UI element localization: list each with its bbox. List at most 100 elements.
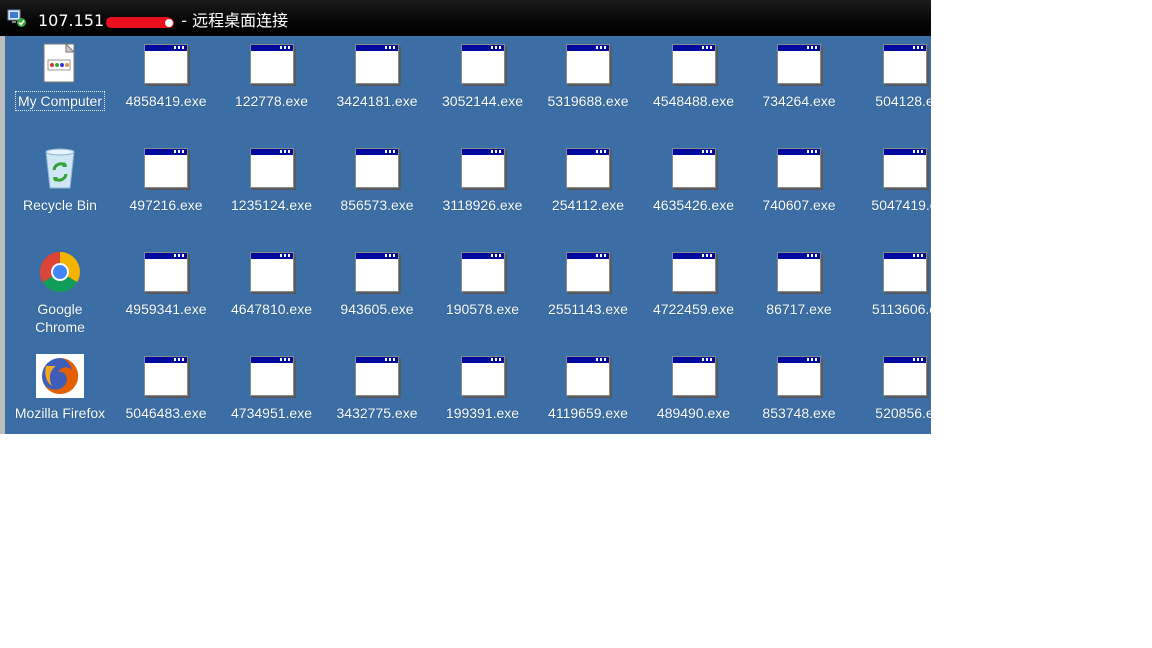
application-window-icon — [670, 250, 718, 294]
exe-file-icon[interactable]: 254112.exe — [538, 146, 638, 214]
exe-file-icon[interactable]: 734264.exe — [749, 42, 849, 110]
desktop-icon-label: 497216.exe — [129, 197, 203, 213]
exe-file-icon[interactable]: 4722459.exe — [644, 250, 744, 318]
application-window-icon — [142, 250, 190, 294]
application-window-icon — [670, 146, 718, 190]
exe-file-icon[interactable]: 122778.exe — [222, 42, 322, 110]
remote-desktop-window: 107.151 - 远程桌面连接 My Computer Recycle Bin G… — [0, 0, 931, 434]
exe-file-icon[interactable]: 504128.e — [855, 42, 931, 110]
desktop-icon-label: 943605.exe — [340, 301, 414, 317]
application-window-icon — [248, 42, 296, 86]
application-window-icon — [564, 146, 612, 190]
redaction-mark — [106, 17, 175, 28]
desktop-icon-recycle-bin[interactable]: Recycle Bin — [10, 146, 110, 214]
application-window-icon — [248, 250, 296, 294]
exe-file-icon[interactable]: 86717.exe — [749, 250, 849, 318]
desktop-icon-label: 856573.exe — [340, 197, 414, 213]
exe-file-icon[interactable]: 4734951.exe — [222, 354, 322, 422]
application-window-icon — [142, 146, 190, 190]
exe-file-icon[interactable]: 5113606.e — [855, 250, 931, 318]
exe-file-icon[interactable]: 4858419.exe — [116, 42, 216, 110]
title-app: - 远程桌面连接 — [176, 11, 289, 30]
exe-file-icon[interactable]: 5319688.exe — [538, 42, 638, 110]
application-window-icon — [142, 42, 190, 86]
title-host: 107.151 — [38, 11, 105, 30]
title-bar[interactable]: 107.151 - 远程桌面连接 — [0, 0, 931, 36]
application-window-icon — [459, 146, 507, 190]
exe-file-icon[interactable]: 4119659.exe — [538, 354, 638, 422]
exe-file-icon[interactable]: 2551143.exe — [538, 250, 638, 318]
application-window-icon — [353, 42, 401, 86]
exe-file-icon[interactable]: 5047419.e — [855, 146, 931, 214]
desktop-icon-label: 254112.exe — [551, 197, 625, 213]
application-window-icon — [670, 354, 718, 398]
exe-file-icon[interactable]: 489490.exe — [644, 354, 744, 422]
desktop-icon-label: 1235124.exe — [231, 197, 312, 213]
application-window-icon — [353, 146, 401, 190]
exe-file-icon[interactable]: 4548488.exe — [644, 42, 744, 110]
desktop-icon-label: 740607.exe — [762, 197, 836, 213]
my-computer-icon — [36, 42, 84, 86]
desktop-icon-label: 3118926.exe — [442, 197, 523, 213]
desktop[interactable]: My Computer Recycle Bin Google Chrome Mozill… — [0, 36, 931, 434]
desktop-icon-label: 3052144.exe — [442, 93, 523, 109]
exe-file-icon[interactable]: 4647810.exe — [222, 250, 322, 318]
desktop-icon-label: 4647810.exe — [231, 301, 312, 317]
desktop-icon-label: 5046483.exe — [125, 405, 207, 421]
desktop-icon-label: 4734951.exe — [231, 405, 312, 421]
desktop-icon-label: 5319688.exe — [547, 93, 629, 109]
desktop-icon-my-computer[interactable]: My Computer — [10, 42, 110, 111]
exe-file-icon[interactable]: 4959341.exe — [116, 250, 216, 318]
application-window-icon — [459, 42, 507, 86]
desktop-icon-label: 853748.exe — [762, 405, 836, 421]
desktop-icon-label: 86717.exe — [766, 301, 832, 317]
desktop-icon-label: 5047419.e — [871, 197, 931, 213]
desktop-icon-label: 4635426.exe — [653, 197, 734, 213]
application-window-icon — [564, 42, 612, 86]
desktop-icon-label: 734264.exe — [762, 93, 836, 109]
application-window-icon — [881, 42, 929, 86]
desktop-icon-firefox[interactable]: Mozilla Firefox — [10, 354, 110, 422]
desktop-icon-label: 4722459.exe — [653, 301, 734, 317]
application-window-icon — [881, 250, 929, 294]
desktop-icon-label: 3424181.exe — [336, 93, 418, 109]
application-window-icon — [881, 146, 929, 190]
application-window-icon — [459, 354, 507, 398]
exe-file-icon[interactable]: 5046483.exe — [116, 354, 216, 422]
exe-file-icon[interactable]: 1235124.exe — [222, 146, 322, 214]
window-title: 107.151 - 远程桌面连接 — [38, 7, 288, 31]
exe-file-icon[interactable]: 497216.exe — [116, 146, 216, 214]
desktop-icon-label: Mozilla Firefox — [14, 405, 106, 421]
desktop-icon-label: 122778.exe — [234, 93, 309, 109]
desktop-icon-label: 3432775.exe — [336, 405, 418, 421]
desktop-icon-label: 4119659.exe — [548, 405, 628, 421]
remote-desktop-icon — [7, 9, 26, 27]
desktop-icon-label: 199391.exe — [445, 405, 520, 421]
desktop-icon-label: 2551143.exe — [548, 301, 628, 317]
exe-file-icon[interactable]: 856573.exe — [327, 146, 427, 214]
exe-file-icon[interactable]: 3424181.exe — [327, 42, 427, 110]
application-window-icon — [248, 354, 296, 398]
exe-file-icon[interactable]: 740607.exe — [749, 146, 849, 214]
exe-file-icon[interactable]: 3432775.exe — [327, 354, 427, 422]
desktop-icon-label: 4959341.exe — [125, 301, 207, 317]
exe-file-icon[interactable]: 3118926.exe — [433, 146, 533, 214]
exe-file-icon[interactable]: 199391.exe — [433, 354, 533, 422]
exe-file-icon[interactable]: 853748.exe — [749, 354, 849, 422]
application-window-icon — [353, 354, 401, 398]
exe-file-icon[interactable]: 4635426.exe — [644, 146, 744, 214]
exe-file-icon[interactable]: 520856.e — [855, 354, 931, 422]
desktop-icon-label: 489490.exe — [656, 405, 731, 421]
desktop-icon-label: 520856.e — [875, 405, 931, 421]
desktop-icon-chrome[interactable]: Google Chrome — [10, 250, 110, 336]
application-window-icon — [670, 42, 718, 86]
exe-file-icon[interactable]: 190578.exe — [433, 250, 533, 318]
application-window-icon — [775, 42, 823, 86]
desktop-icon-label: 4858419.exe — [125, 93, 207, 109]
exe-file-icon[interactable]: 3052144.exe — [433, 42, 533, 110]
desktop-icon-label: Recycle Bin — [23, 197, 97, 213]
application-window-icon — [775, 250, 823, 294]
application-window-icon — [564, 250, 612, 294]
exe-file-icon[interactable]: 943605.exe — [327, 250, 427, 318]
application-window-icon — [459, 250, 507, 294]
